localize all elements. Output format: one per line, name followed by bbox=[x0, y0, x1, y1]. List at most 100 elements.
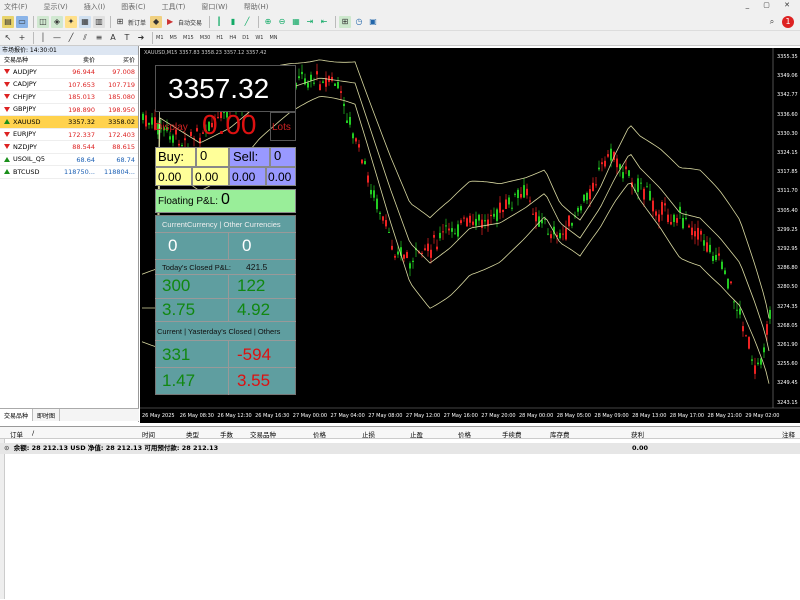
indicators-icon[interactable]: ⊞ bbox=[339, 16, 352, 28]
ask-header[interactable]: 买价 bbox=[97, 55, 137, 65]
label-icon[interactable]: T bbox=[121, 32, 133, 44]
price-tick: 3330.30 bbox=[777, 130, 798, 137]
market-row-audjpy[interactable]: AUDJPY 96.944 97.008 bbox=[0, 66, 138, 79]
col-price[interactable]: 价格 bbox=[313, 429, 326, 439]
new-chart-icon[interactable]: ▤ bbox=[2, 16, 14, 28]
tf-m30[interactable]: M30 bbox=[200, 35, 211, 41]
price-tick: 3255.60 bbox=[777, 361, 798, 368]
templates-icon[interactable]: ▣ bbox=[367, 16, 379, 28]
fibonacci-icon[interactable]: ≡ bbox=[93, 32, 105, 44]
col-tp[interactable]: 止盈 bbox=[410, 429, 423, 439]
tf-d1[interactable]: D1 bbox=[242, 35, 249, 41]
col-commission[interactable]: 手续费 bbox=[502, 429, 522, 439]
tester-icon[interactable]: ▥ bbox=[93, 16, 105, 28]
menu-chart[interactable]: 图表(C) bbox=[121, 2, 145, 12]
col-order[interactable]: 订单 bbox=[10, 429, 23, 439]
line-chart-icon[interactable]: ╱ bbox=[241, 16, 253, 28]
menu-view[interactable]: 显示(V) bbox=[44, 2, 68, 12]
market-row-cadjpy[interactable]: CADJPY 107.653 107.719 bbox=[0, 79, 138, 91]
buy-value[interactable]: 0 bbox=[196, 147, 229, 167]
data-window-icon[interactable]: ◈ bbox=[51, 16, 63, 28]
channel-icon[interactable]: ⫽ bbox=[79, 32, 91, 44]
menu-help[interactable]: 帮助(H) bbox=[244, 2, 269, 12]
col-time[interactable]: 时间 bbox=[142, 429, 155, 439]
col-symbol[interactable]: 交易品种 bbox=[250, 429, 276, 439]
display-value[interactable]: 0.00 bbox=[202, 109, 257, 141]
market-row-eurjpy[interactable]: EURJPY 172.337 172.403 bbox=[0, 129, 138, 141]
text-icon[interactable]: A bbox=[107, 32, 119, 44]
sell-value[interactable]: 0 bbox=[270, 147, 296, 167]
tf-h4[interactable]: H4 bbox=[229, 35, 236, 41]
market-row-chfjpy[interactable]: CHFJPY 185.013 185.080 bbox=[0, 91, 138, 104]
time-tick: 28 May 00:00 bbox=[519, 413, 554, 419]
ask-value: 185.080 bbox=[108, 93, 135, 101]
search-icon[interactable]: ⌕ bbox=[766, 16, 778, 28]
col-type[interactable]: 类型 bbox=[186, 429, 199, 439]
menu-tools[interactable]: 工具(T) bbox=[162, 2, 186, 12]
tf-w1[interactable]: W1 bbox=[255, 35, 263, 41]
horizontal-line-icon[interactable]: — bbox=[51, 32, 63, 44]
market-row-btcusd[interactable]: BTCUSD 118750... 118804... bbox=[0, 166, 138, 179]
symbol-header[interactable]: 交易品种 bbox=[0, 55, 55, 65]
menu-window[interactable]: 窗口(W) bbox=[201, 2, 227, 12]
scroll-chart-icon[interactable]: ⇥ bbox=[304, 16, 316, 28]
balance-row: ⊙ 余额: 28 212.13 USD 净值: 28 212.13 可用预付款:… bbox=[0, 443, 800, 454]
ask-value: 97.008 bbox=[112, 68, 135, 76]
col-swap[interactable]: 库存费 bbox=[550, 429, 570, 439]
navigator-icon[interactable]: ✦ bbox=[65, 16, 77, 28]
terminal-icon[interactable]: ▦ bbox=[79, 16, 91, 28]
zoom-out-icon[interactable]: ⊖ bbox=[276, 16, 288, 28]
arrow-icon[interactable]: ➜ bbox=[135, 32, 147, 44]
arrow-up-icon bbox=[4, 169, 10, 175]
cursor-icon[interactable]: ↖ bbox=[2, 32, 14, 44]
new-order-icon[interactable]: ⊞ bbox=[114, 16, 126, 28]
col-sort[interactable]: / bbox=[32, 429, 34, 437]
tile-windows-icon[interactable]: ▦ bbox=[290, 16, 302, 28]
periods-icon[interactable]: ◷ bbox=[353, 16, 365, 28]
auto-trading-button[interactable]: 自动交易 bbox=[178, 18, 202, 27]
bar-chart-icon[interactable]: ┃ bbox=[213, 16, 225, 28]
tf-m5[interactable]: M5 bbox=[170, 35, 178, 41]
market-row-usoil_q5[interactable]: USOIL_Q5 68.64 68.74 bbox=[0, 154, 138, 166]
tf-m1[interactable]: M1 bbox=[156, 35, 164, 41]
arrow-down-icon bbox=[4, 69, 10, 75]
symbol-name: AUDJPY bbox=[13, 67, 37, 76]
auto-trading-icon[interactable]: ▶ bbox=[164, 16, 177, 28]
col-price2[interactable]: 价格 bbox=[458, 429, 471, 439]
tf-m15[interactable]: M15 bbox=[183, 35, 194, 41]
notification-icon[interactable]: 1 bbox=[782, 16, 794, 28]
menu-insert[interactable]: 插入(I) bbox=[84, 2, 106, 12]
market-row-gbpjpy[interactable]: GBPJPY 198.890 198.950 bbox=[0, 104, 138, 116]
zoom-in-icon[interactable]: ⊕ bbox=[262, 16, 274, 28]
buy-amount-a: 0.00 bbox=[155, 167, 192, 186]
tab-symbols[interactable]: 交易品种 bbox=[0, 409, 34, 421]
market-row-xauusd[interactable]: XAUUSD 3357.32 3358.02 bbox=[0, 116, 138, 129]
time-tick: 26 May 12:30 bbox=[217, 413, 252, 419]
tf-h1[interactable]: H1 bbox=[216, 35, 223, 41]
bid-value: 96.944 bbox=[72, 68, 95, 76]
chart-shift-icon[interactable]: ⇤ bbox=[318, 16, 330, 28]
market-watch-icon[interactable]: ◫ bbox=[37, 16, 49, 28]
profiles-icon[interactable]: ▭ bbox=[16, 16, 28, 28]
col-profit[interactable]: 获利 bbox=[631, 429, 644, 439]
metaeditor-icon[interactable]: ◆ bbox=[150, 16, 163, 28]
col-comment[interactable]: 注释 bbox=[782, 429, 795, 439]
tf-mn[interactable]: MN bbox=[269, 35, 277, 41]
candlestick-icon[interactable]: ▮ bbox=[227, 16, 239, 28]
trendline-icon[interactable]: ╱ bbox=[65, 32, 77, 44]
vertical-line-icon[interactable]: │ bbox=[37, 32, 49, 44]
crosshair-icon[interactable]: + bbox=[16, 32, 28, 44]
floating-pl-value: 0 bbox=[221, 191, 230, 208]
new-order-button[interactable]: 新订单 bbox=[128, 18, 146, 27]
bid-value: 107.653 bbox=[68, 80, 95, 89]
bid-header[interactable]: 卖价 bbox=[55, 55, 97, 65]
menu-file[interactable]: 文件(F) bbox=[4, 2, 28, 12]
market-row-nzdjpy[interactable]: NZDJPY 88.544 88.615 bbox=[0, 141, 138, 154]
bid-value: 185.013 bbox=[68, 93, 95, 101]
col-sl[interactable]: 止损 bbox=[362, 429, 375, 439]
price-tick: 3249.45 bbox=[777, 380, 798, 387]
tab-tick-chart[interactable]: 即时图 bbox=[33, 409, 61, 421]
terminal-side-tab[interactable] bbox=[0, 439, 5, 599]
col-lots[interactable]: 手数 bbox=[220, 429, 233, 439]
window-controls[interactable]: _ ▢ ✕ bbox=[746, 1, 796, 9]
